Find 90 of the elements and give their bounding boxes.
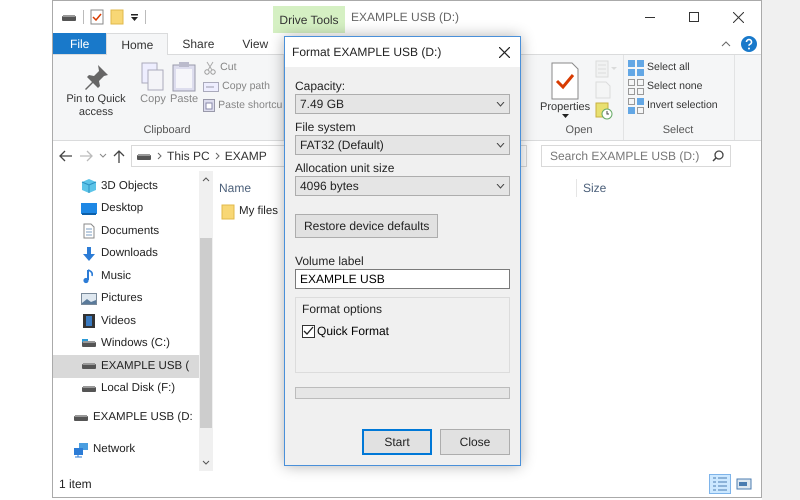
- properties-icon[interactable]: [90, 9, 104, 25]
- chevron-icon: [214, 152, 220, 160]
- search-icon: [712, 150, 724, 162]
- chevron-down-icon: [496, 142, 505, 148]
- ribbon-button[interactable]: Properties: [539, 59, 592, 122]
- ribbon-tab[interactable]: File: [53, 33, 106, 54]
- history-icon: [595, 102, 614, 120]
- caret-icon: [562, 114, 569, 119]
- dropdown[interactable]: 7.49 GB: [295, 94, 510, 114]
- collapse-icon[interactable]: [721, 40, 731, 46]
- file-name[interactable]: My files: [239, 203, 278, 221]
- cube-icon: [81, 178, 97, 194]
- dropdown[interactable]: 4096 bytes: [295, 176, 510, 196]
- pictures-icon: [81, 290, 97, 307]
- back-icon[interactable]: [59, 150, 73, 162]
- group-title: Format options: [302, 301, 384, 318]
- path-icon: [203, 80, 220, 93]
- dropdown-icon[interactable]: [130, 12, 139, 22]
- scroll-up-icon[interactable]: [202, 177, 210, 182]
- group-title: Clipboard: [142, 122, 192, 138]
- item-count: 1 item: [59, 476, 92, 493]
- scroll-down-icon[interactable]: [202, 460, 210, 465]
- ribbon-tab[interactable]: Share: [168, 33, 228, 54]
- dialog-title: Format EXAMPLE USB (D:): [292, 44, 442, 61]
- field-label: Allocation unit size: [295, 160, 396, 176]
- help-icon[interactable]: [741, 36, 757, 52]
- nav-item[interactable]: Local Disk (F:): [53, 378, 199, 400]
- list-icon: [595, 60, 618, 78]
- film-icon: [81, 313, 97, 330]
- clipboard-icon: [171, 61, 198, 93]
- ribbon-button[interactable]: Pin to Quick access: [55, 59, 137, 122]
- large-icons-view-icon: [736, 476, 752, 492]
- invert-selection-icon: [628, 98, 644, 114]
- window-title: EXAMPLE USB (D:): [350, 9, 460, 26]
- column-header[interactable]: Size: [576, 179, 686, 197]
- nav-item[interactable]: Videos: [53, 310, 199, 332]
- close-icon: [499, 46, 510, 58]
- ribbon-button[interactable]: Invert selection: [626, 97, 720, 115]
- chevron-icon: [157, 152, 162, 160]
- nav-item[interactable]: Network: [53, 436, 199, 464]
- download-icon: [81, 246, 97, 262]
- details-view-icon: [712, 476, 728, 492]
- breadcrumb[interactable]: This PC: [167, 147, 210, 165]
- ribbon-button[interactable]: Select all: [626, 59, 720, 77]
- shortcut-icon: [203, 98, 216, 112]
- chevron-down-icon: [496, 102, 505, 106]
- document-icon: [81, 223, 97, 240]
- dropdown[interactable]: FAT32 (Default): [295, 135, 510, 155]
- nav-item[interactable]: Music: [53, 265, 199, 288]
- chevron-down-icon: [496, 184, 505, 188]
- nav-item[interactable]: Downloads: [53, 242, 199, 265]
- nav-item[interactable]: Desktop: [53, 198, 199, 220]
- folder-icon: [221, 204, 235, 220]
- nav-item[interactable]: EXAMPLE USB (: [53, 355, 199, 378]
- search-field[interactable]: Search EXAMPLE USB (D:): [541, 145, 731, 167]
- breadcrumb[interactable]: EXAMP: [224, 147, 267, 165]
- recent-icon[interactable]: [99, 153, 107, 159]
- ribbon-button[interactable]: Select none: [626, 78, 720, 96]
- view-button[interactable]: [709, 474, 731, 494]
- scissors-icon: [203, 60, 218, 75]
- group-title: Open: [564, 122, 594, 138]
- nav-item[interactable]: 3D Objects: [53, 175, 199, 198]
- close-icon[interactable]: [733, 12, 744, 22]
- nav-item[interactable]: Pictures: [53, 288, 199, 310]
- checkbox-box[interactable]: [302, 324, 315, 338]
- select-all-icon: [628, 60, 644, 76]
- document-icon: [595, 81, 612, 99]
- dialog-button[interactable]: Close: [440, 429, 510, 455]
- field-label: Volume label: [295, 253, 365, 269]
- network-icon: [73, 442, 89, 458]
- desktop-icon: [81, 200, 97, 217]
- maximize-icon[interactable]: [689, 12, 699, 22]
- ribbon-tab[interactable]: Home: [106, 33, 168, 55]
- volume-label-field[interactable]: EXAMPLE USB: [295, 269, 510, 289]
- field-label: Capacity:: [295, 78, 346, 94]
- up-icon[interactable]: [113, 150, 125, 162]
- scrollbar-thumb[interactable]: [200, 238, 212, 428]
- dialog-button[interactable]: Start: [362, 429, 432, 455]
- restore-button[interactable]: Restore device defaults: [295, 214, 438, 238]
- select-none-icon: [628, 79, 644, 95]
- checkbox-label[interactable]: Quick Format: [317, 322, 390, 340]
- copy-icon: [140, 61, 166, 93]
- nav-item[interactable]: EXAMPLE USB (D:: [53, 404, 199, 432]
- field-label: File system: [295, 119, 357, 135]
- nav-item[interactable]: Windows (C:): [53, 332, 199, 355]
- nav-item[interactable]: Documents: [53, 220, 199, 242]
- context-tab[interactable]: Drive Tools: [273, 6, 345, 33]
- ribbon-tab[interactable]: View: [228, 33, 282, 54]
- group-title: Select: [662, 122, 694, 138]
- properties-icon: [549, 61, 582, 101]
